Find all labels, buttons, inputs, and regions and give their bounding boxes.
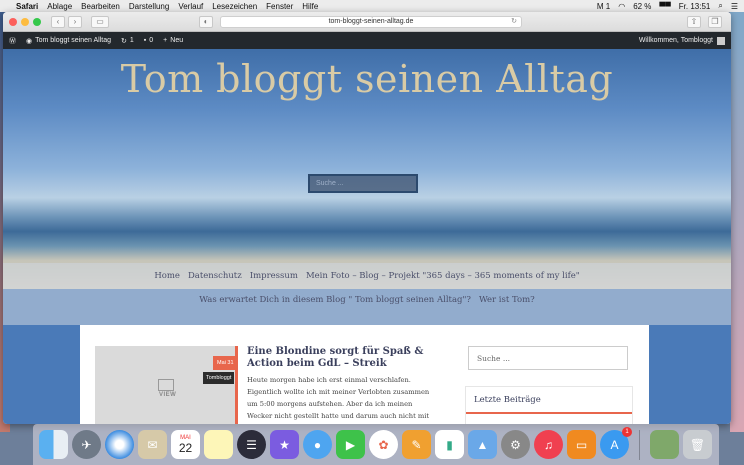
menu-darstellung[interactable]: Darstellung — [129, 2, 169, 11]
launchpad-icon[interactable]: ✈ — [72, 430, 101, 459]
browser-toolbar: ‹ › ▭ ◐ tom-bloggt-seinen-alltag.de ↻ ⇧ … — [3, 12, 731, 32]
admin-new[interactable]: + Neu — [163, 37, 183, 44]
admin-site-name[interactable]: ◉ Tom bloggt seinen Alltag — [26, 37, 111, 45]
post-excerpt: Heute morgen habe ich erst einmal versch… — [247, 376, 430, 420]
recent-post-link[interactable]: Eine Blondine sorgt für Spaß & Action be… — [466, 414, 632, 424]
keynote-icon[interactable]: ▲ — [468, 430, 497, 459]
pages-icon[interactable]: ✎ — [402, 430, 431, 459]
window-controls — [9, 17, 41, 26]
main-navigation: Home Datenschutz Impressum Mein Foto – B… — [3, 263, 731, 325]
wifi-icon[interactable]: ◠ — [618, 2, 625, 11]
wordpress-logo-icon[interactable]: Ⓦ — [9, 36, 16, 46]
app-store-badge: 1 — [622, 427, 632, 437]
menu-hilfe[interactable]: Hilfe — [302, 2, 318, 11]
dashboard-icon: ◉ — [26, 37, 33, 45]
tabs-overview-icon[interactable]: ❐ — [708, 16, 722, 28]
forward-button[interactable]: › — [68, 15, 82, 28]
view-label: VIEW — [159, 392, 177, 398]
back-button[interactable]: ‹ — [51, 15, 65, 28]
itunes-icon[interactable]: ♫ — [534, 430, 563, 459]
image-placeholder-icon — [158, 379, 174, 391]
plus-icon: + — [163, 37, 168, 44]
nav-wer-ist-tom[interactable]: Wer ist Tom? — [479, 295, 535, 305]
share-icon[interactable]: ⇧ — [687, 16, 701, 28]
post-author-badge[interactable]: Tombloggt — [203, 372, 235, 384]
updates-icon: ↻ — [121, 37, 127, 45]
nav-row: Home Datenschutz Impressum Mein Foto – B… — [3, 263, 731, 281]
site-page: Tom bloggt seinen Alltag Suche ... Home … — [3, 49, 731, 424]
admin-updates[interactable]: ↻ 1 — [121, 37, 134, 45]
sidebar: Suche ... Letzte Beiträge Eine Blondine … — [465, 339, 633, 424]
sidebar-search-input[interactable]: Suche ... — [468, 346, 628, 370]
desktop-background-right — [730, 12, 744, 432]
trash-icon[interactable]: 🗑 — [683, 430, 712, 459]
ibooks-icon[interactable]: ▭ — [567, 430, 596, 459]
minimize-window-icon[interactable] — [21, 17, 29, 26]
zoom-window-icon[interactable] — [33, 17, 41, 26]
downloads-stack-icon[interactable] — [650, 430, 679, 459]
numbers-icon[interactable]: ▮ — [435, 430, 464, 459]
reload-icon[interactable]: ↻ — [511, 17, 517, 27]
messages-icon[interactable]: ● — [303, 430, 332, 459]
finder-icon[interactable] — [39, 430, 68, 459]
reminders-icon[interactable]: ☰ — [237, 430, 266, 459]
menu-ablage[interactable]: Ablage — [47, 2, 72, 11]
nav-impressum[interactable]: Impressum — [250, 271, 298, 281]
wp-admin-bar: Ⓦ ◉ Tom bloggt seinen Alltag ↻ 1 ▪ 0 + Neu W… — [3, 32, 731, 49]
photos-icon[interactable]: ✿ — [369, 430, 398, 459]
nav-foto-projekt[interactable]: Mein Foto – Blog – Projekt "365 days – 3… — [306, 271, 580, 281]
recent-posts-widget: Letzte Beiträge Eine Blondine sorgt für … — [465, 386, 633, 424]
menu-fenster[interactable]: Fenster — [266, 2, 293, 11]
nav-was-erwartet[interactable]: Was erwartet Dich in diesem Blog " Tom b… — [199, 295, 471, 305]
header-search-input[interactable]: Suche ... — [308, 174, 418, 193]
url-text: tom-bloggt-seinen-alltag.de — [328, 18, 414, 25]
notification-center-icon[interactable]: ☰ — [731, 2, 738, 11]
safari-icon[interactable] — [105, 430, 134, 459]
calendar-icon[interactable]: MAI 22 — [171, 430, 200, 459]
system-preferences-icon[interactable]: ⚙ — [501, 430, 530, 459]
notes-icon[interactable] — [204, 430, 233, 459]
content-area: VIEW Mai 31 Tombloggt Eine Blondine sorg… — [80, 325, 649, 424]
nav-home[interactable]: Home — [154, 271, 180, 281]
sidebar-toggle-icon[interactable]: ▭ — [91, 15, 109, 28]
battery-status[interactable]: 62 % — [633, 2, 651, 11]
flag-icon[interactable]: ▀▀ — [659, 2, 670, 11]
menu-lesezeichen[interactable]: Lesezeichen — [212, 2, 257, 11]
status-counter[interactable]: M 1 — [597, 2, 610, 11]
comment-icon: ▪ — [143, 37, 147, 44]
nav-datenschutz[interactable]: Datenschutz — [188, 271, 242, 281]
nav-row: Was erwartet Dich in diesem Blog " Tom b… — [3, 281, 731, 305]
spotlight-icon[interactable]: ⌕ — [718, 1, 722, 11]
safari-window: ‹ › ▭ ◐ tom-bloggt-seinen-alltag.de ↻ ⇧ … — [3, 12, 731, 424]
dock-separator — [639, 429, 640, 460]
close-window-icon[interactable] — [9, 17, 17, 26]
admin-comments[interactable]: ▪ 0 — [144, 37, 153, 44]
site-title[interactable]: Tom bloggt seinen Alltag — [3, 57, 731, 101]
macos-menubar: Safari Ablage Bearbeiten Darstellung Ver… — [0, 0, 744, 12]
recent-posts-title: Letzte Beiträge — [466, 387, 632, 414]
mail-icon[interactable]: ✉ — [138, 430, 167, 459]
menu-bearbeiten[interactable]: Bearbeiten — [81, 2, 120, 11]
mail-status-icon: M — [596, 1, 604, 11]
menu-verlauf[interactable]: Verlauf — [178, 2, 203, 11]
menu-app-name[interactable]: Safari — [16, 2, 38, 11]
clock[interactable]: Fr. 13:51 — [679, 2, 711, 11]
app-store-icon[interactable]: A1 — [600, 427, 632, 459]
admin-account[interactable]: Willkommen, Tombloggt — [639, 36, 725, 45]
avatar — [717, 36, 725, 45]
post-date-badge: Mai 31 — [213, 356, 238, 370]
facetime-icon[interactable]: ▶ — [336, 430, 365, 459]
post-title[interactable]: Eine Blondine sorgt für Spaß & Action be… — [247, 346, 437, 370]
imovie-icon[interactable]: ★ — [270, 430, 299, 459]
macos-dock: ✈ ✉ MAI 22 ☰ ★ ● ▶ ✿ ✎ ▮ ▲ ⚙ ♫ ▭ A1 🗑 — [33, 424, 719, 465]
address-bar[interactable]: tom-bloggt-seinen-alltag.de ↻ — [220, 16, 522, 28]
privacy-icon[interactable]: ◐ — [199, 16, 213, 28]
